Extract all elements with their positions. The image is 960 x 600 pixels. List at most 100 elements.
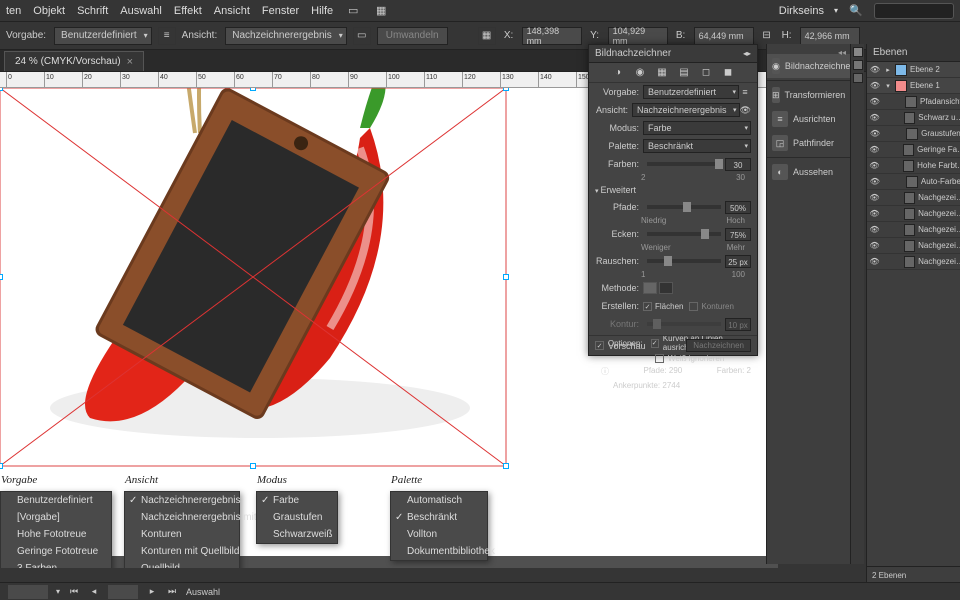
first-page-icon[interactable]: ⏮ xyxy=(68,586,80,598)
handle-nw[interactable] xyxy=(0,88,3,91)
ref-point-icon[interactable]: ▦ xyxy=(478,27,496,45)
layer-row[interactable]: 👁Nachgezei… xyxy=(867,206,960,222)
handle-sw[interactable] xyxy=(0,463,3,469)
layer-row[interactable]: 👁Nachgezei… xyxy=(867,238,960,254)
preset-photo-lo-icon[interactable]: ▦ xyxy=(655,66,669,80)
side-item[interactable]: ◲Pathfinder xyxy=(767,131,850,155)
close-icon[interactable]: × xyxy=(127,56,133,68)
layer-row[interactable]: 👁Auto-Farbe xyxy=(867,174,960,190)
visibility-icon[interactable]: 👁 xyxy=(869,176,881,188)
preset-auto-icon[interactable]: ◑ xyxy=(611,66,625,80)
artboard-nav-field[interactable] xyxy=(108,585,138,599)
side-item[interactable]: ◉Bildnachzeichner xyxy=(767,54,850,78)
vorgabe-dropdown[interactable]: Benutzerdefiniert xyxy=(54,27,152,45)
user-label[interactable]: Dirkseins xyxy=(779,5,824,17)
menu-item[interactable]: Objekt xyxy=(33,5,65,17)
disclosure-icon[interactable]: ▸ xyxy=(883,66,893,74)
menu-item[interactable]: Fenster xyxy=(262,5,299,17)
prev-page-icon[interactable]: ◂ xyxy=(88,586,100,598)
pfade-slider[interactable] xyxy=(647,205,721,209)
menu-item[interactable]: Hohe Fototreue xyxy=(1,526,111,543)
menu-item[interactable]: Dokumentbibliothek xyxy=(391,543,487,560)
visibility-icon[interactable]: 👁 xyxy=(869,224,880,236)
preset-save-icon[interactable]: ≡ xyxy=(739,87,751,97)
menu-item[interactable]: Automatisch xyxy=(391,492,487,509)
ecken-value[interactable]: 75% xyxy=(725,228,751,241)
collapsed-dock[interactable] xyxy=(850,44,864,564)
menu-item[interactable]: Hilfe xyxy=(311,5,333,17)
handle-se[interactable] xyxy=(503,463,509,469)
rauschen-slider[interactable] xyxy=(647,259,721,263)
umwandeln-button[interactable]: Umwandeln xyxy=(377,27,448,45)
w-field[interactable]: 64,449 mm xyxy=(694,27,754,45)
panel-collapse-icon[interactable]: ◂▸ xyxy=(743,49,751,58)
layer-row[interactable]: 👁Nachgezei… xyxy=(867,190,960,206)
layer-row[interactable]: 👁Graustufen xyxy=(867,126,960,142)
palette-menu[interactable]: Palette AutomatischBeschränktVolltonDoku… xyxy=(390,491,488,561)
menu-item[interactable]: Nachzeichnerergebnis mit Konturen xyxy=(125,509,239,526)
methode-toggle[interactable] xyxy=(643,282,673,294)
menu-item[interactable]: 3 Farben xyxy=(1,560,111,568)
h-field[interactable]: 42,966 mm xyxy=(800,27,860,45)
link-wh-icon[interactable]: ⊟ xyxy=(760,29,774,43)
last-page-icon[interactable]: ⏭ xyxy=(166,586,178,598)
rauschen-value[interactable]: 25 px xyxy=(725,255,751,268)
app-frame-icon[interactable]: ▭ xyxy=(345,3,361,19)
collapse-dock-icon[interactable]: ◂◂ xyxy=(838,48,846,57)
layer-row[interactable]: 👁Hohe Farbt… xyxy=(867,158,960,174)
preset-gray-icon[interactable]: ◻ xyxy=(699,66,713,80)
menu-item[interactable]: Auswahl xyxy=(120,5,162,17)
erweitert-toggle[interactable]: Erweitert xyxy=(589,182,757,198)
zoom-field[interactable] xyxy=(8,585,48,599)
trace-ansicht-dropdown[interactable]: Nachzeichnerergebnis xyxy=(632,103,740,117)
x-field[interactable]: 148,398 mm xyxy=(522,27,582,45)
menu-item[interactable]: Farbe xyxy=(257,492,337,509)
handle-s[interactable] xyxy=(250,463,256,469)
preset-menu-icon[interactable]: ≡ xyxy=(158,27,176,45)
menu-item[interactable]: Geringe Fototreue xyxy=(1,543,111,560)
layer-row[interactable]: 👁Schwarz u… xyxy=(867,110,960,126)
flachen-checkbox[interactable]: ✓ xyxy=(643,302,652,311)
menu-item[interactable]: Konturen mit Quellbild xyxy=(125,543,239,560)
farben-slider[interactable] xyxy=(647,162,721,166)
menu-item[interactable]: Benutzerdefiniert xyxy=(1,492,111,509)
dock-icon[interactable] xyxy=(853,73,863,83)
pfade-value[interactable]: 50% xyxy=(725,201,751,214)
menu-item[interactable]: Beschränkt xyxy=(391,509,487,526)
layer-row[interactable]: 👁▸Ebene 2 xyxy=(867,62,960,78)
vorgabe-menu[interactable]: Vorgabe Benutzerdefiniert[Vorgabe]Hohe F… xyxy=(0,491,112,568)
layer-row[interactable]: 👁Geringe Fa… xyxy=(867,142,960,158)
menu-item[interactable]: Schrift xyxy=(77,5,108,17)
side-item[interactable]: ◐Aussehen xyxy=(767,160,850,184)
side-item[interactable]: ⊞Transformieren xyxy=(767,83,850,107)
visibility-icon[interactable]: 👁 xyxy=(869,208,880,220)
handle-n[interactable] xyxy=(250,88,256,91)
konturen-checkbox[interactable] xyxy=(689,302,698,311)
visibility-icon[interactable]: 👁 xyxy=(869,240,880,252)
preset-photo-hi-icon[interactable]: ◉ xyxy=(633,66,647,80)
layer-row[interactable]: 👁Nachgezei… xyxy=(867,222,960,238)
handle-e[interactable] xyxy=(503,274,509,280)
visibility-icon[interactable]: 👁 xyxy=(869,96,880,108)
arrange-docs-icon[interactable]: ▦ xyxy=(373,3,389,19)
ignore-white-checkbox[interactable] xyxy=(655,354,664,363)
preset-3c-icon[interactable]: ▤ xyxy=(677,66,691,80)
trace-modus-dropdown[interactable]: Farbe xyxy=(643,121,751,135)
menu-item[interactable]: Nachzeichnerergebnis xyxy=(125,492,239,509)
expand-icon[interactable]: ▭ xyxy=(353,27,371,45)
trace-palette-dropdown[interactable]: Beschränkt xyxy=(643,139,751,153)
farben-value[interactable]: 30 xyxy=(725,158,751,171)
search-input[interactable] xyxy=(874,3,954,19)
menu-item[interactable]: Konturen xyxy=(125,526,239,543)
visibility-icon[interactable]: 👁 xyxy=(869,192,880,204)
visibility-icon[interactable]: 👁 xyxy=(869,64,881,76)
trace-vorgabe-dropdown[interactable]: Benutzerdefiniert xyxy=(643,85,739,99)
handle-w[interactable] xyxy=(0,274,3,280)
menu-item[interactable]: Vollton xyxy=(391,526,487,543)
ansicht-menu[interactable]: Ansicht NachzeichnerergebnisNachzeichner… xyxy=(124,491,240,568)
menu-item[interactable]: ten xyxy=(6,5,21,17)
visibility-icon[interactable]: 👁 xyxy=(869,128,881,140)
y-field[interactable]: 104,929 mm xyxy=(608,27,668,45)
vorschau-checkbox[interactable]: ✓ xyxy=(595,341,604,350)
eye-icon[interactable]: 👁 xyxy=(740,105,751,116)
